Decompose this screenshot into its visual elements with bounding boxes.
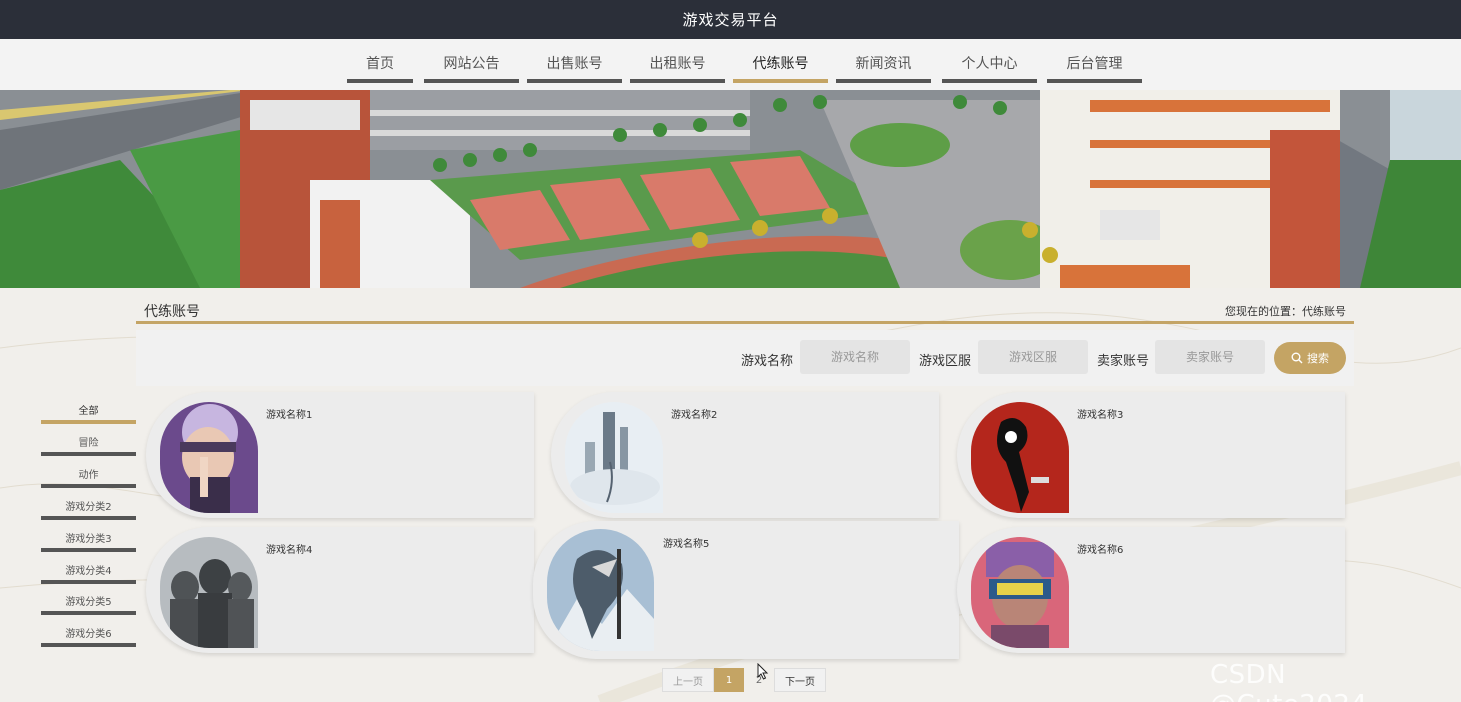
- seller-account-label: 卖家账号: [1097, 354, 1150, 369]
- nav-item-home[interactable]: 首页: [347, 49, 413, 83]
- game-server-input[interactable]: [978, 340, 1088, 374]
- hero-banner: [0, 90, 1461, 288]
- game-card[interactable]: 游戏名称1: [146, 392, 534, 518]
- game-name-input[interactable]: [800, 340, 910, 374]
- game-name: 游戏名称2: [671, 410, 718, 421]
- search-button[interactable]: 搜索: [1274, 342, 1346, 374]
- nav-item-announcements[interactable]: 网站公告: [424, 49, 519, 83]
- section-title: 代练账号: [144, 304, 200, 320]
- mouse-cursor-icon: [757, 663, 769, 680]
- next-page-button[interactable]: 下一页: [774, 668, 826, 692]
- game-name: 游戏名称4: [266, 545, 313, 556]
- category-action[interactable]: 动作: [41, 466, 136, 488]
- category-5[interactable]: 游戏分类5: [41, 593, 136, 615]
- prev-page-button[interactable]: 上一页: [662, 668, 714, 692]
- game-thumbnail: [971, 402, 1069, 513]
- app-title: 游戏交易平台: [682, 11, 779, 29]
- category-2[interactable]: 游戏分类2: [41, 498, 136, 520]
- category-4[interactable]: 游戏分类4: [41, 562, 136, 584]
- search-bar: 游戏名称 游戏区服 卖家账号 搜索: [136, 330, 1354, 386]
- game-thumbnail: [565, 402, 663, 513]
- game-card[interactable]: 游戏名称2: [551, 392, 939, 518]
- game-name: 游戏名称6: [1077, 545, 1124, 556]
- game-name: 游戏名称5: [663, 539, 710, 550]
- app-header: 游戏交易平台: [0, 0, 1461, 39]
- watermark: CSDN @Cute2024_: [1210, 660, 1381, 702]
- game-thumbnail: [547, 529, 654, 651]
- category-adventure[interactable]: 冒险: [41, 434, 136, 456]
- search-icon: [1291, 352, 1303, 364]
- game-card[interactable]: 游戏名称4: [146, 527, 534, 653]
- game-thumbnail: [971, 537, 1069, 648]
- nav-item-rent-accounts[interactable]: 出租账号: [630, 49, 725, 83]
- game-card[interactable]: 游戏名称6: [957, 527, 1345, 653]
- game-card[interactable]: 游戏名称3: [957, 392, 1345, 518]
- nav-item-sell-accounts[interactable]: 出售账号: [527, 49, 622, 83]
- category-6[interactable]: 游戏分类6: [41, 625, 136, 647]
- category-3[interactable]: 游戏分类3: [41, 530, 136, 552]
- breadcrumb: 您现在的位置：代练账号: [1225, 305, 1346, 318]
- game-thumbnail: [160, 537, 258, 648]
- game-server-label: 游戏区服: [919, 354, 972, 369]
- game-card[interactable]: 游戏名称5: [533, 521, 959, 659]
- nav-item-boosting-accounts[interactable]: 代练账号: [733, 49, 828, 83]
- nav-item-admin[interactable]: 后台管理: [1047, 49, 1142, 83]
- campus-illustration: [0, 90, 1461, 288]
- main-nav: 首页 网站公告 出售账号 出租账号 代练账号 新闻资讯 个人中心 后台管理: [0, 39, 1461, 90]
- game-name: 游戏名称1: [266, 410, 313, 421]
- search-button-label: 搜索: [1307, 352, 1329, 365]
- page-1-button[interactable]: 1: [714, 668, 744, 692]
- game-name: 游戏名称3: [1077, 410, 1124, 421]
- section-header: 代练账号 您现在的位置：代练账号: [136, 298, 1354, 324]
- category-all[interactable]: 全部: [41, 402, 136, 424]
- nav-item-personal-center[interactable]: 个人中心: [942, 49, 1037, 83]
- game-name-label: 游戏名称: [741, 354, 794, 369]
- nav-item-news[interactable]: 新闻资讯: [836, 49, 931, 83]
- seller-account-input[interactable]: [1155, 340, 1265, 374]
- pagination: 上一页 1 2 下一页: [662, 668, 826, 692]
- game-thumbnail: [160, 402, 258, 513]
